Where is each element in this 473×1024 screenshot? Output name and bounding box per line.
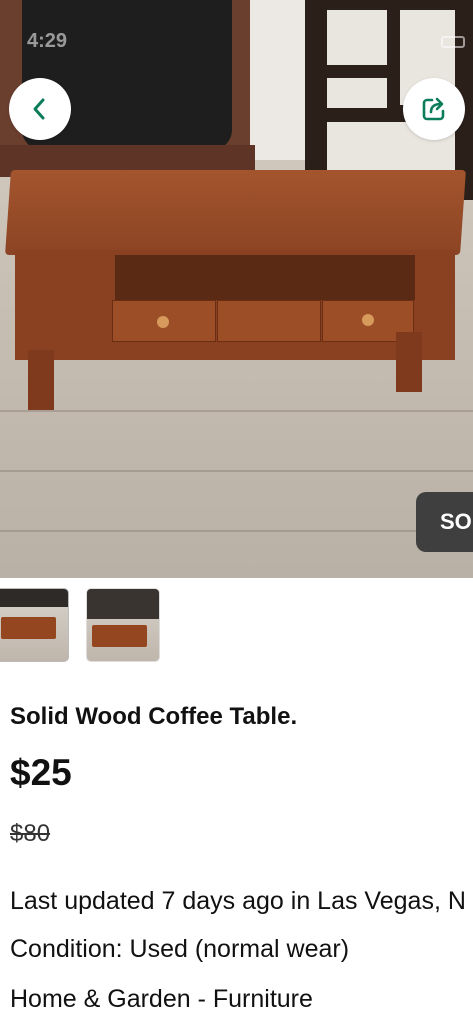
status-time: 4:29 — [27, 30, 68, 52]
chevron-left-icon — [33, 98, 45, 120]
condition-text: Condition: Used (normal wear) — [10, 935, 350, 963]
back-button[interactable] — [9, 78, 71, 140]
original-price: $80 — [10, 820, 51, 847]
table-drawer — [217, 300, 321, 342]
sold-badge: SO — [416, 492, 473, 552]
listing-price: $25 — [10, 752, 72, 793]
floor-line — [0, 410, 473, 412]
floor-line — [0, 530, 473, 532]
listing-photo[interactable]: 4:29 SO — [0, 0, 473, 578]
table-leg — [396, 332, 422, 392]
category-text: Home & Garden - Furniture — [10, 985, 313, 1013]
last-updated-text: Last updated 7 days ago in Las Vegas, N — [10, 887, 466, 915]
thumbnail-1[interactable] — [0, 588, 69, 662]
battery-icon — [441, 36, 465, 48]
share-button[interactable] — [403, 78, 465, 140]
listing-title: Solid Wood Coffee Table. — [10, 703, 298, 730]
drawer-knob — [157, 316, 169, 328]
table-open-drawer — [115, 255, 415, 300]
table-top — [5, 170, 466, 255]
thumbnail-2[interactable] — [86, 588, 160, 662]
share-icon — [422, 97, 445, 121]
floor-line — [0, 470, 473, 472]
drawer-knob — [362, 314, 374, 326]
table-leg — [28, 350, 54, 410]
